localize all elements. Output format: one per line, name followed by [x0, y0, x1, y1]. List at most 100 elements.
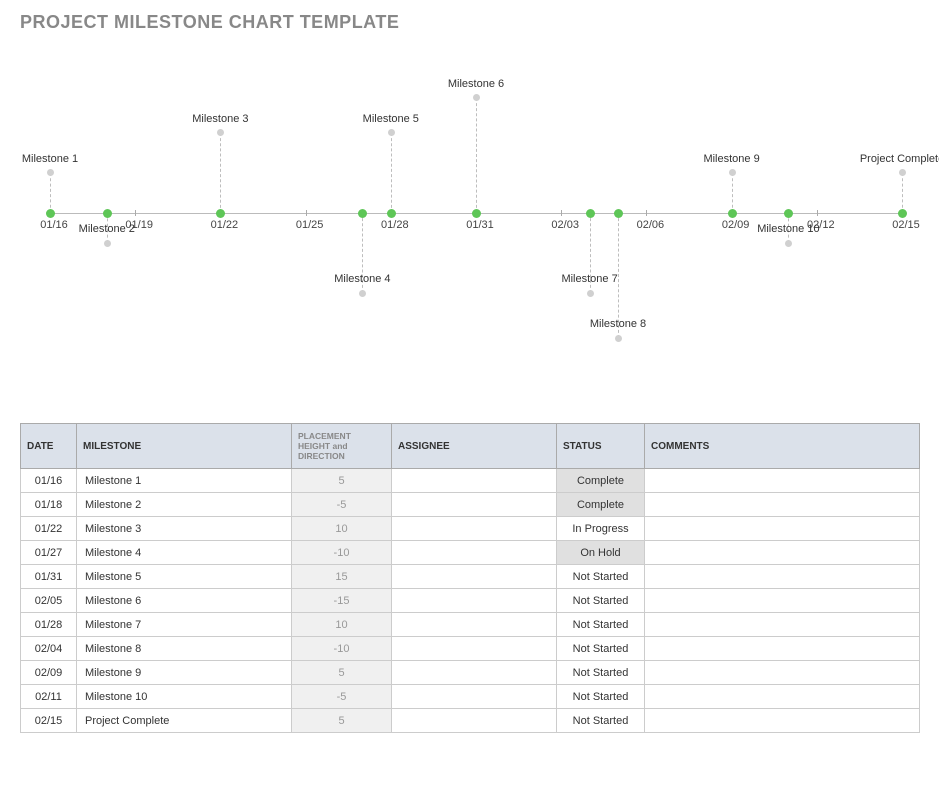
- cell-status[interactable]: Not Started: [557, 613, 645, 637]
- cell-assignee[interactable]: [392, 469, 557, 493]
- col-assignee-header: ASSIGNEE: [392, 424, 557, 469]
- cell-height[interactable]: -5: [292, 685, 392, 709]
- page-title: PROJECT MILESTONE CHART TEMPLATE: [20, 12, 919, 33]
- cell-milestone[interactable]: Milestone 9: [77, 661, 292, 685]
- cell-comments[interactable]: [645, 565, 920, 589]
- cell-comments[interactable]: [645, 469, 920, 493]
- table-row: 01/18Milestone 2-5 Complete: [21, 493, 920, 517]
- cell-comments[interactable]: [645, 685, 920, 709]
- cell-comments[interactable]: [645, 661, 920, 685]
- cell-date[interactable]: 01/28: [21, 613, 77, 637]
- milestone-point-icon: [728, 209, 737, 218]
- cell-status[interactable]: Complete: [557, 469, 645, 493]
- cell-milestone[interactable]: Milestone 10: [77, 685, 292, 709]
- cell-date[interactable]: 01/27: [21, 541, 77, 565]
- cell-status[interactable]: Not Started: [557, 589, 645, 613]
- cell-status[interactable]: Not Started: [557, 685, 645, 709]
- cell-milestone[interactable]: Milestone 8: [77, 637, 292, 661]
- table-row: 01/16Milestone 15 Complete: [21, 469, 920, 493]
- cell-assignee[interactable]: [392, 517, 557, 541]
- cell-date[interactable]: 02/05: [21, 589, 77, 613]
- cell-milestone[interactable]: Milestone 4: [77, 541, 292, 565]
- cell-assignee[interactable]: [392, 685, 557, 709]
- cell-assignee[interactable]: [392, 709, 557, 733]
- cell-date[interactable]: 02/15: [21, 709, 77, 733]
- cell-milestone[interactable]: Milestone 7: [77, 613, 292, 637]
- milestone-point-icon: [216, 209, 225, 218]
- col-status-header: STATUS: [557, 424, 645, 469]
- milestone-point-icon: [784, 209, 793, 218]
- cell-milestone[interactable]: Milestone 2: [77, 493, 292, 517]
- milestone-table: DATE MILESTONE PLACEMENT HEIGHT and DIRE…: [20, 423, 920, 733]
- cell-height[interactable]: -5: [292, 493, 392, 517]
- cell-date[interactable]: 02/04: [21, 637, 77, 661]
- cell-comments[interactable]: [645, 709, 920, 733]
- milestone-end-icon: [104, 240, 111, 247]
- col-comments-header: COMMENTS: [645, 424, 920, 469]
- cell-status[interactable]: On Hold: [557, 541, 645, 565]
- col-milestone-header: MILESTONE: [77, 424, 292, 469]
- cell-date[interactable]: 02/09: [21, 661, 77, 685]
- table-row: 02/04Milestone 8-10 Not Started: [21, 637, 920, 661]
- cell-assignee[interactable]: [392, 661, 557, 685]
- table-row: 01/22Milestone 310 In Progress: [21, 517, 920, 541]
- cell-assignee[interactable]: [392, 565, 557, 589]
- cell-status[interactable]: Not Started: [557, 565, 645, 589]
- cell-status[interactable]: In Progress: [557, 517, 645, 541]
- milestone-label: Milestone 4: [324, 273, 400, 285]
- col-height-header: PLACEMENT HEIGHT and DIRECTION: [292, 424, 392, 469]
- milestone-point-icon: [46, 209, 55, 218]
- milestone-label: Milestone 5: [353, 113, 429, 125]
- cell-assignee[interactable]: [392, 541, 557, 565]
- cell-height[interactable]: 5: [292, 661, 392, 685]
- cell-milestone[interactable]: Milestone 6: [77, 589, 292, 613]
- cell-status[interactable]: Not Started: [557, 661, 645, 685]
- cell-assignee[interactable]: [392, 637, 557, 661]
- tick-label: 02/03: [545, 219, 585, 231]
- table-row: 02/09Milestone 95 Not Started: [21, 661, 920, 685]
- cell-assignee[interactable]: [392, 589, 557, 613]
- cell-comments[interactable]: [645, 493, 920, 517]
- cell-height[interactable]: 15: [292, 565, 392, 589]
- milestone-label: Milestone 7: [552, 273, 628, 285]
- tick-label: 02/06: [630, 219, 670, 231]
- milestone-label: Milestone 3: [182, 113, 258, 125]
- cell-height[interactable]: 5: [292, 709, 392, 733]
- tick-label: 01/28: [375, 219, 415, 231]
- cell-milestone[interactable]: Milestone 5: [77, 565, 292, 589]
- cell-comments[interactable]: [645, 517, 920, 541]
- cell-assignee[interactable]: [392, 613, 557, 637]
- cell-milestone[interactable]: Project Complete: [77, 709, 292, 733]
- cell-comments[interactable]: [645, 589, 920, 613]
- cell-height[interactable]: 5: [292, 469, 392, 493]
- cell-comments[interactable]: [645, 613, 920, 637]
- milestone-end-icon: [359, 290, 366, 297]
- milestone-label: Project Complete: [849, 153, 939, 165]
- milestone-end-icon: [729, 169, 736, 176]
- cell-height[interactable]: -10: [292, 541, 392, 565]
- milestone-point-icon: [103, 209, 112, 218]
- cell-date[interactable]: 01/16: [21, 469, 77, 493]
- col-date-header: DATE: [21, 424, 77, 469]
- cell-assignee[interactable]: [392, 493, 557, 517]
- cell-height[interactable]: 10: [292, 613, 392, 637]
- cell-milestone[interactable]: Milestone 1: [77, 469, 292, 493]
- cell-height[interactable]: -15: [292, 589, 392, 613]
- milestone-end-icon: [388, 129, 395, 136]
- milestone-end-icon: [473, 94, 480, 101]
- cell-comments[interactable]: [645, 637, 920, 661]
- cell-height[interactable]: -10: [292, 637, 392, 661]
- cell-date[interactable]: 01/31: [21, 565, 77, 589]
- cell-status[interactable]: Not Started: [557, 709, 645, 733]
- cell-date[interactable]: 01/18: [21, 493, 77, 517]
- milestone-label: Milestone 1: [12, 153, 88, 165]
- cell-date[interactable]: 01/22: [21, 517, 77, 541]
- milestone-label: Milestone 2: [69, 223, 145, 235]
- milestone-label: Milestone 8: [580, 318, 656, 330]
- cell-height[interactable]: 10: [292, 517, 392, 541]
- cell-status[interactable]: Not Started: [557, 637, 645, 661]
- cell-status[interactable]: Complete: [557, 493, 645, 517]
- cell-milestone[interactable]: Milestone 3: [77, 517, 292, 541]
- cell-comments[interactable]: [645, 541, 920, 565]
- cell-date[interactable]: 02/11: [21, 685, 77, 709]
